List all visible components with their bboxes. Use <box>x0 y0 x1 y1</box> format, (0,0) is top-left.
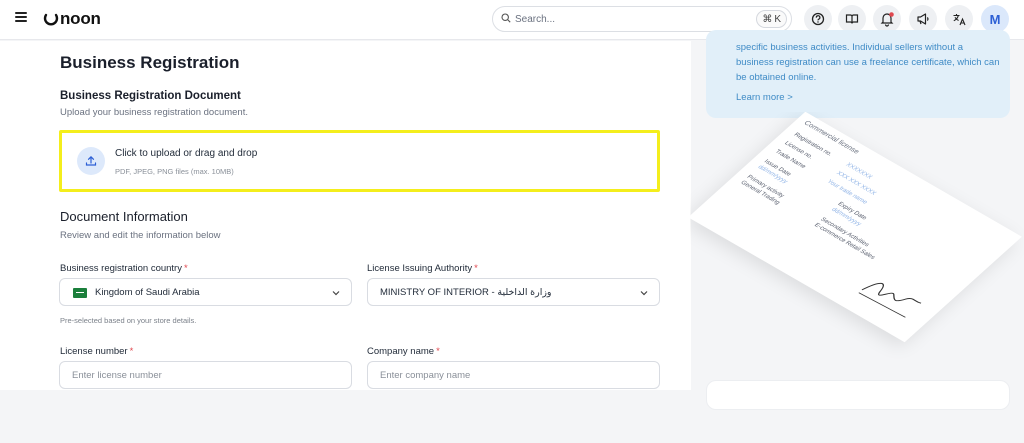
signature-icon <box>858 282 922 318</box>
document-section-subtitle: Upload your business registration docume… <box>60 107 248 118</box>
notifications-icon <box>880 12 894 27</box>
learn-more-link[interactable]: Learn more > <box>736 92 793 103</box>
country-label: Business registration country * <box>60 263 188 274</box>
required-mark: * <box>183 263 188 274</box>
search-input[interactable] <box>515 10 715 28</box>
company-name-label-text: Company name <box>367 346 435 357</box>
help-icon <box>811 12 825 26</box>
page-title: Business Registration <box>60 53 240 72</box>
document-information-subtitle: Review and edit the information below <box>60 230 221 241</box>
chevron-down-icon <box>332 291 340 296</box>
document-section-title: Business Registration Document <box>60 90 241 102</box>
logo-text: noon <box>60 9 101 28</box>
search-bar[interactable]: ⌘ K <box>492 6 792 32</box>
authority-select[interactable]: MINISTRY OF INTERIOR - وزارة الداخلية <box>367 278 660 306</box>
info-card-text: specific business activities. Individual… <box>736 42 1000 83</box>
menu-icon[interactable] <box>15 12 27 22</box>
certificate-card: Commercial license Registration no. XXXX… <box>690 112 1022 343</box>
authority-select-value: MINISTRY OF INTERIOR - وزارة الداخلية <box>380 287 552 298</box>
translate-icon <box>953 13 966 25</box>
docs-button[interactable] <box>838 5 866 33</box>
license-number-label: License number * <box>60 346 133 357</box>
command-key-icon: ⌘ <box>762 13 773 25</box>
book-icon <box>845 14 859 24</box>
company-name-input[interactable] <box>367 361 660 389</box>
license-number-input[interactable] <box>59 361 352 389</box>
logo[interactable]: noon <box>43 8 101 30</box>
required-mark: * <box>474 263 478 274</box>
megaphone-icon <box>917 13 929 25</box>
upload-dropzone[interactable]: Click to upload or drag and drop PDF, JP… <box>59 130 660 192</box>
shortcut-key: K <box>774 13 781 25</box>
user-avatar[interactable]: M <box>981 5 1009 33</box>
authority-label-text: License Issuing Authority <box>367 263 473 274</box>
company-name-label: Company name * <box>367 346 440 357</box>
country-hint: Pre-selected based on your store details… <box>60 316 197 325</box>
chevron-down-icon <box>640 291 648 296</box>
license-number-label-text: License number <box>60 346 128 357</box>
required-mark: * <box>129 346 134 357</box>
language-button[interactable] <box>945 5 973 33</box>
upload-instruction: Click to upload or drag and drop <box>115 148 258 159</box>
registration-form-card: Business Registration Business Registrat… <box>0 41 691 390</box>
help-button[interactable] <box>804 5 832 33</box>
announcements-button[interactable] <box>909 5 937 33</box>
document-information-title: Document Information <box>60 209 188 224</box>
info-card: specific business activities. Individual… <box>706 30 1010 118</box>
logo-icon <box>43 13 59 26</box>
secondary-info-card <box>706 380 1010 410</box>
certificate-illustration: Commercial license Registration no. XXXX… <box>690 112 1024 382</box>
authority-label: License Issuing Authority * <box>367 263 478 274</box>
country-select-value: Kingdom of Saudi Arabia <box>95 287 200 298</box>
saudi-flag-icon <box>73 288 87 298</box>
certificate-heading: Commercial license <box>802 119 861 156</box>
search-shortcut-badge: ⌘ K <box>756 10 787 28</box>
required-mark: * <box>436 346 440 357</box>
upload-file-types: PDF, JPEG, PNG files (max. 10MB) <box>115 167 234 176</box>
notifications-button[interactable] <box>873 5 901 33</box>
upload-icon <box>77 147 105 175</box>
country-label-text: Business registration country <box>60 263 182 274</box>
search-icon <box>501 13 511 23</box>
country-select[interactable]: Kingdom of Saudi Arabia <box>59 278 352 306</box>
